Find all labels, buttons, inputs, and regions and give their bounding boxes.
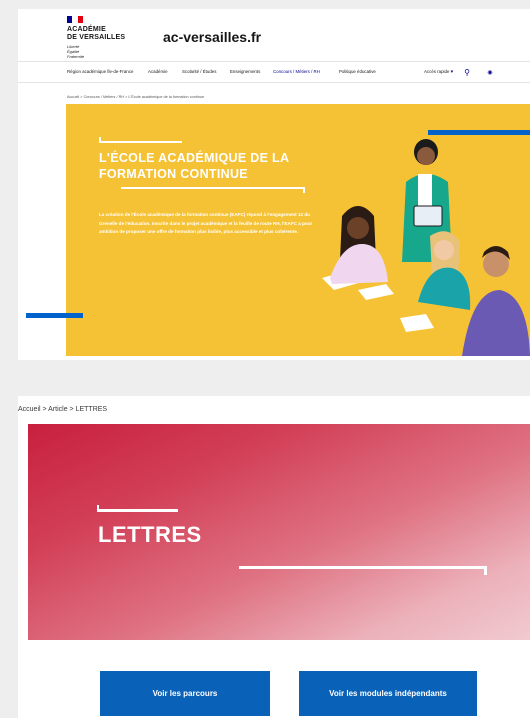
hero-description: La création de l'École académique de la … bbox=[99, 212, 313, 235]
nav-item-enseignements[interactable]: Enseignements bbox=[230, 69, 260, 74]
logo-line2: DE VERSAILLES bbox=[67, 34, 126, 41]
nav-item-politique[interactable]: Politique éducative bbox=[339, 69, 376, 74]
eye-icon[interactable]: ◉ bbox=[484, 67, 496, 79]
academie-logo[interactable]: ACADÉMIE DE VERSAILLES Liberté Égalité F… bbox=[67, 16, 147, 59]
quick-access-menu[interactable]: Accès rapide ▾ bbox=[424, 69, 453, 75]
logo-line1: ACADÉMIE bbox=[67, 26, 106, 33]
main-nav: Région académique Île-de-France Académie… bbox=[18, 61, 530, 83]
nav-item-region[interactable]: Région académique Île-de-France bbox=[67, 69, 133, 74]
search-icon[interactable]: ⚲ bbox=[461, 67, 473, 79]
logo-motto: Liberté Égalité Fraternité bbox=[67, 44, 85, 59]
decorative-line bbox=[121, 187, 305, 189]
hero-title-lettres: LETTRES bbox=[98, 522, 202, 547]
eafc-hero-banner: L'ÉCOLE ACADÉMIQUE DE LA FORMATION CONTI… bbox=[66, 104, 530, 356]
decorative-tick bbox=[484, 566, 487, 575]
nav-item-scolarite[interactable]: Scolarité / Études bbox=[182, 69, 216, 74]
breadcrumb-top[interactable]: Accueil > Concours / Métiers / RH > L'Éc… bbox=[67, 95, 204, 99]
breadcrumb-bottom[interactable]: Accueil > Article > LETTRES bbox=[18, 406, 107, 413]
decorative-line bbox=[239, 566, 487, 569]
decorative-blue-bar bbox=[26, 313, 83, 318]
decorative-line bbox=[99, 141, 182, 143]
meeting-illustration bbox=[322, 139, 530, 356]
french-flag-icon bbox=[67, 16, 83, 23]
chevron-down-icon: ▾ bbox=[450, 69, 454, 75]
voir-parcours-button[interactable]: Voir les parcours bbox=[100, 671, 270, 716]
decorative-line bbox=[97, 509, 178, 512]
top-screenshot-card: ACADÉMIE DE VERSAILLES Liberté Égalité F… bbox=[18, 9, 530, 360]
quick-access-label: Accès rapide bbox=[424, 69, 450, 74]
nav-item-concours[interactable]: Concours / Métiers / RH bbox=[273, 69, 320, 74]
voir-modules-button[interactable]: Voir les modules indépendants bbox=[299, 671, 477, 716]
site-header: ACADÉMIE DE VERSAILLES Liberté Égalité F… bbox=[18, 9, 530, 61]
nav-item-academie[interactable]: Académie bbox=[148, 69, 168, 74]
bottom-screenshot-card: Accueil > Article > LETTRES LETTRES Voir… bbox=[18, 396, 530, 718]
lettres-hero-banner: LETTRES bbox=[28, 424, 530, 640]
site-name[interactable]: ac-versailles.fr bbox=[163, 29, 261, 45]
